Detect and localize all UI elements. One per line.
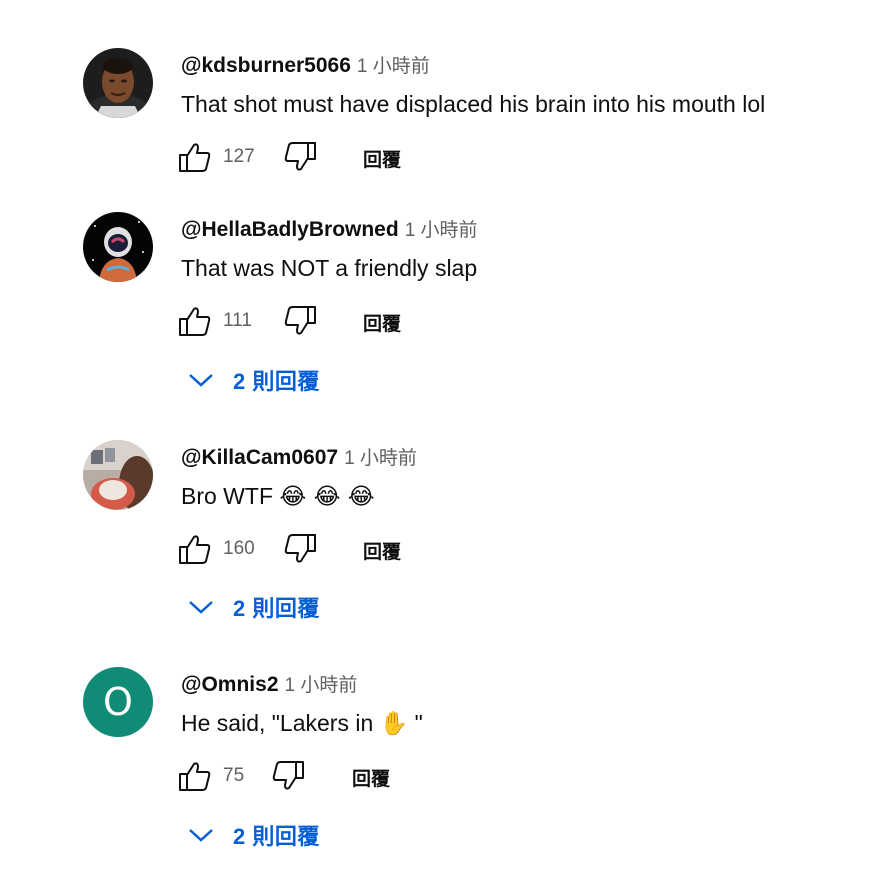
raised-hand-emoji: ✋ — [379, 711, 409, 737]
comment-actions: 160 回覆 — [176, 531, 436, 567]
timestamp[interactable]: 1 小時前 — [405, 220, 478, 241]
view-replies-label: 2 則回覆 — [233, 369, 320, 394]
dislike-button[interactable] — [281, 531, 319, 567]
like-count: 111 — [223, 310, 252, 331]
comment-text: That shot must have displaced his brain … — [181, 91, 766, 117]
like-count: 75 — [223, 765, 245, 786]
comment-header: @HellaBadlyBrowned 1 小時前 — [181, 217, 478, 245]
thumb-down-icon — [272, 761, 304, 790]
thumb-down-icon — [284, 142, 316, 171]
comment-text: He said, "Lakers in ✋ " — [181, 708, 423, 739]
author-name[interactable]: @kdsburner5066 — [181, 54, 351, 77]
author-name[interactable]: @HellaBadlyBrowned — [181, 218, 399, 241]
comment-text: That was NOT a friendly slap — [181, 255, 478, 281]
view-replies-button[interactable]: 2 則回覆 — [186, 817, 320, 853]
comment-actions: 127 回覆 — [176, 139, 436, 175]
author-name[interactable]: @Omnis2 — [181, 673, 279, 696]
timestamp[interactable]: 1 小時前 — [285, 675, 358, 696]
thumb-up-icon — [179, 307, 211, 336]
like-count: 127 — [223, 146, 255, 167]
view-replies-button[interactable]: 2 則回覆 — [186, 362, 320, 398]
thumb-down-icon — [284, 534, 316, 563]
like-button[interactable] — [176, 531, 214, 567]
like-count: 160 — [223, 538, 255, 559]
timestamp[interactable]: 1 小時前 — [344, 448, 417, 469]
reply-button[interactable]: 回覆 — [352, 764, 390, 791]
comment-actions: 75 回覆 — [176, 758, 436, 794]
reply-button[interactable]: 回覆 — [363, 537, 401, 564]
like-button[interactable] — [176, 758, 214, 794]
avatar[interactable] — [83, 212, 153, 282]
thumb-down-icon — [284, 306, 316, 335]
laughing-emoji: 😂 😂 😂 — [279, 484, 375, 510]
like-button[interactable] — [176, 303, 214, 339]
dislike-button[interactable] — [281, 139, 319, 175]
view-replies-button[interactable]: 2 則回覆 — [186, 589, 320, 625]
reply-button[interactable]: 回覆 — [363, 145, 401, 172]
author-name[interactable]: @KillaCam0607 — [181, 446, 338, 469]
thumb-up-icon — [179, 143, 211, 172]
avatar[interactable] — [83, 440, 153, 510]
comment-text-tail: " — [408, 710, 423, 736]
comment-header: @KillaCam0607 1 小時前 — [181, 445, 417, 473]
avatar[interactable] — [83, 48, 153, 118]
like-button[interactable] — [176, 139, 214, 175]
chevron-down-icon — [186, 362, 216, 398]
dislike-button[interactable] — [281, 303, 319, 339]
comment-actions: 111 回覆 — [176, 303, 436, 339]
comment-text-body: He said, "Lakers in — [181, 710, 380, 736]
view-replies-label: 2 則回覆 — [233, 596, 320, 621]
thumb-up-icon — [179, 762, 211, 791]
view-replies-label: 2 則回覆 — [233, 824, 320, 849]
comment-header: @Omnis2 1 小時前 — [181, 672, 357, 700]
dislike-button[interactable] — [269, 758, 307, 794]
comment-text-body: Bro WTF — [181, 483, 273, 509]
chevron-down-icon — [186, 817, 216, 853]
avatar-letter: O — [103, 680, 133, 724]
reply-button[interactable]: 回覆 — [363, 309, 401, 336]
comment-text: Bro WTF 😂 😂 😂 — [181, 481, 375, 512]
chevron-down-icon — [186, 589, 216, 625]
timestamp[interactable]: 1 小時前 — [357, 56, 430, 77]
thumb-up-icon — [179, 535, 211, 564]
comment-header: @kdsburner5066 1 小時前 — [181, 53, 430, 81]
avatar[interactable]: O — [83, 667, 153, 737]
